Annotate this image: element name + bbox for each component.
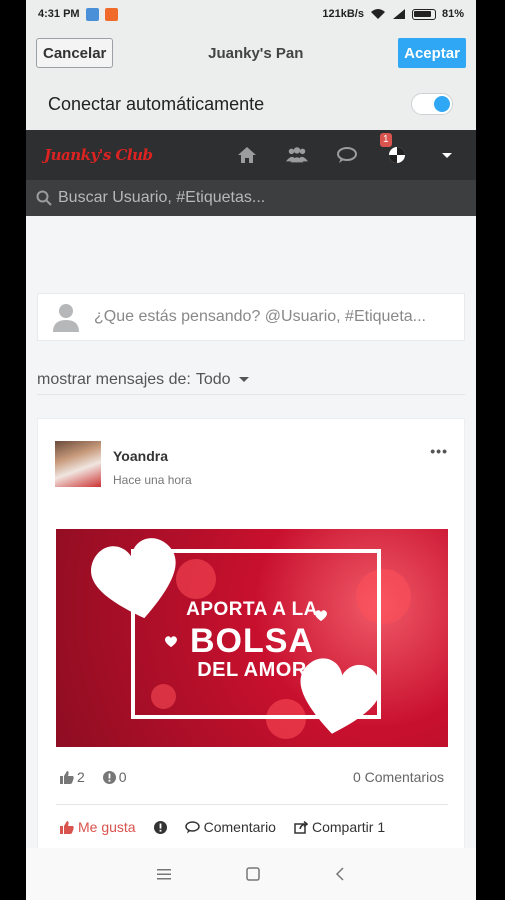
comment-button[interactable]: Comentario [184, 819, 276, 835]
auto-connect-row: Conectar automáticamente [26, 78, 476, 130]
divider [56, 804, 448, 805]
auto-connect-label: Conectar automáticamente [48, 93, 265, 114]
notifications-icon[interactable]: 1 [380, 133, 408, 166]
exclamation-circle-icon [153, 820, 167, 834]
users-icon[interactable] [286, 144, 308, 166]
likes-stat[interactable]: 2 [60, 769, 85, 785]
comment-label: Comentario [203, 819, 276, 835]
app-screen: 4:31 PM 121kB/s 81% Cancelar Juanky's Pa… [26, 0, 476, 900]
cancel-button[interactable]: Cancelar [36, 38, 114, 68]
search-input[interactable] [58, 189, 458, 207]
comment-icon [184, 820, 200, 833]
messages-icon[interactable] [336, 144, 358, 166]
notification-badge: 1 [380, 133, 392, 147]
toggle-knob [434, 96, 450, 112]
exclamation-circle-icon [102, 770, 116, 784]
battery-icon [411, 8, 436, 20]
site-logo[interactable]: Juanky's Club [44, 146, 153, 164]
wifi-icon [370, 9, 385, 19]
reports-stat[interactable]: 0 [102, 769, 127, 785]
composer-input[interactable] [94, 308, 444, 326]
post-stats: 2 0 0 Comentarios [60, 769, 444, 785]
battery-level: 81% [441, 8, 464, 20]
share-label: Compartir 1 [311, 819, 386, 835]
report-button[interactable] [153, 820, 167, 834]
chevron-down-icon [442, 152, 452, 158]
reports-count: 0 [118, 769, 127, 785]
video-notification-icon [104, 7, 118, 21]
status-bar: 4:31 PM 121kB/s 81% [26, 0, 476, 28]
post-author[interactable]: Yoandra [113, 448, 192, 464]
post-actions: Me gusta Comentario Compartir 1 [60, 819, 452, 835]
avatar[interactable] [55, 441, 101, 487]
like-button[interactable]: Me gusta [60, 819, 136, 835]
chevron-down-icon [238, 377, 249, 382]
post-header: Yoandra Hace una hora [55, 441, 192, 487]
back-icon[interactable] [335, 867, 345, 881]
filter-label: mostrar mensajes de: [37, 370, 191, 388]
comments-count[interactable]: 0 Comentarios [353, 769, 444, 785]
thumbs-up-icon [60, 821, 74, 834]
home-square-icon[interactable] [246, 867, 260, 881]
banner-line-3: DEL AMOR [197, 659, 307, 681]
user-placeholder-icon [53, 304, 79, 332]
user-search-bar [26, 180, 476, 216]
thumbs-up-icon [60, 771, 74, 784]
menu-icon[interactable] [157, 868, 171, 880]
search-icon [36, 190, 52, 206]
share-icon [294, 820, 308, 834]
filter-value[interactable]: Todo [196, 371, 231, 389]
banner-line-1: APORTA A LA [186, 599, 318, 620]
network-speed: 121kB/s [322, 8, 364, 20]
post-card: Yoandra Hace una hora ••• APORTA A LA BO… [37, 418, 465, 888]
status-time: 4:31 PM [38, 8, 80, 20]
like-label: Me gusta [78, 819, 136, 835]
accept-button[interactable]: Aceptar [398, 38, 466, 68]
post-time: Hace una hora [113, 473, 192, 487]
post-composer[interactable] [37, 293, 465, 341]
site-navbar: Juanky's Club 1 [26, 130, 476, 180]
banner-line-2: BOLSA [190, 622, 314, 660]
post-image[interactable]: APORTA A LA BOLSA DEL AMOR [56, 529, 448, 747]
dialog-title: Juanky's Pan [208, 44, 304, 62]
account-menu-caret[interactable] [436, 144, 458, 166]
share-button[interactable]: Compartir 1 [294, 819, 385, 835]
home-icon[interactable] [236, 144, 258, 166]
message-filter[interactable]: mostrar mensajes de: Todo [37, 365, 465, 395]
signal-icon [392, 9, 405, 19]
app-notification-icon [85, 7, 99, 21]
system-navigation-bar [26, 848, 476, 900]
likes-count: 2 [77, 769, 85, 785]
auto-connect-toggle[interactable] [411, 93, 453, 115]
dialog-top-bar: Cancelar Juanky's Pan Aceptar [26, 28, 476, 78]
post-options-icon[interactable]: ••• [430, 443, 448, 459]
